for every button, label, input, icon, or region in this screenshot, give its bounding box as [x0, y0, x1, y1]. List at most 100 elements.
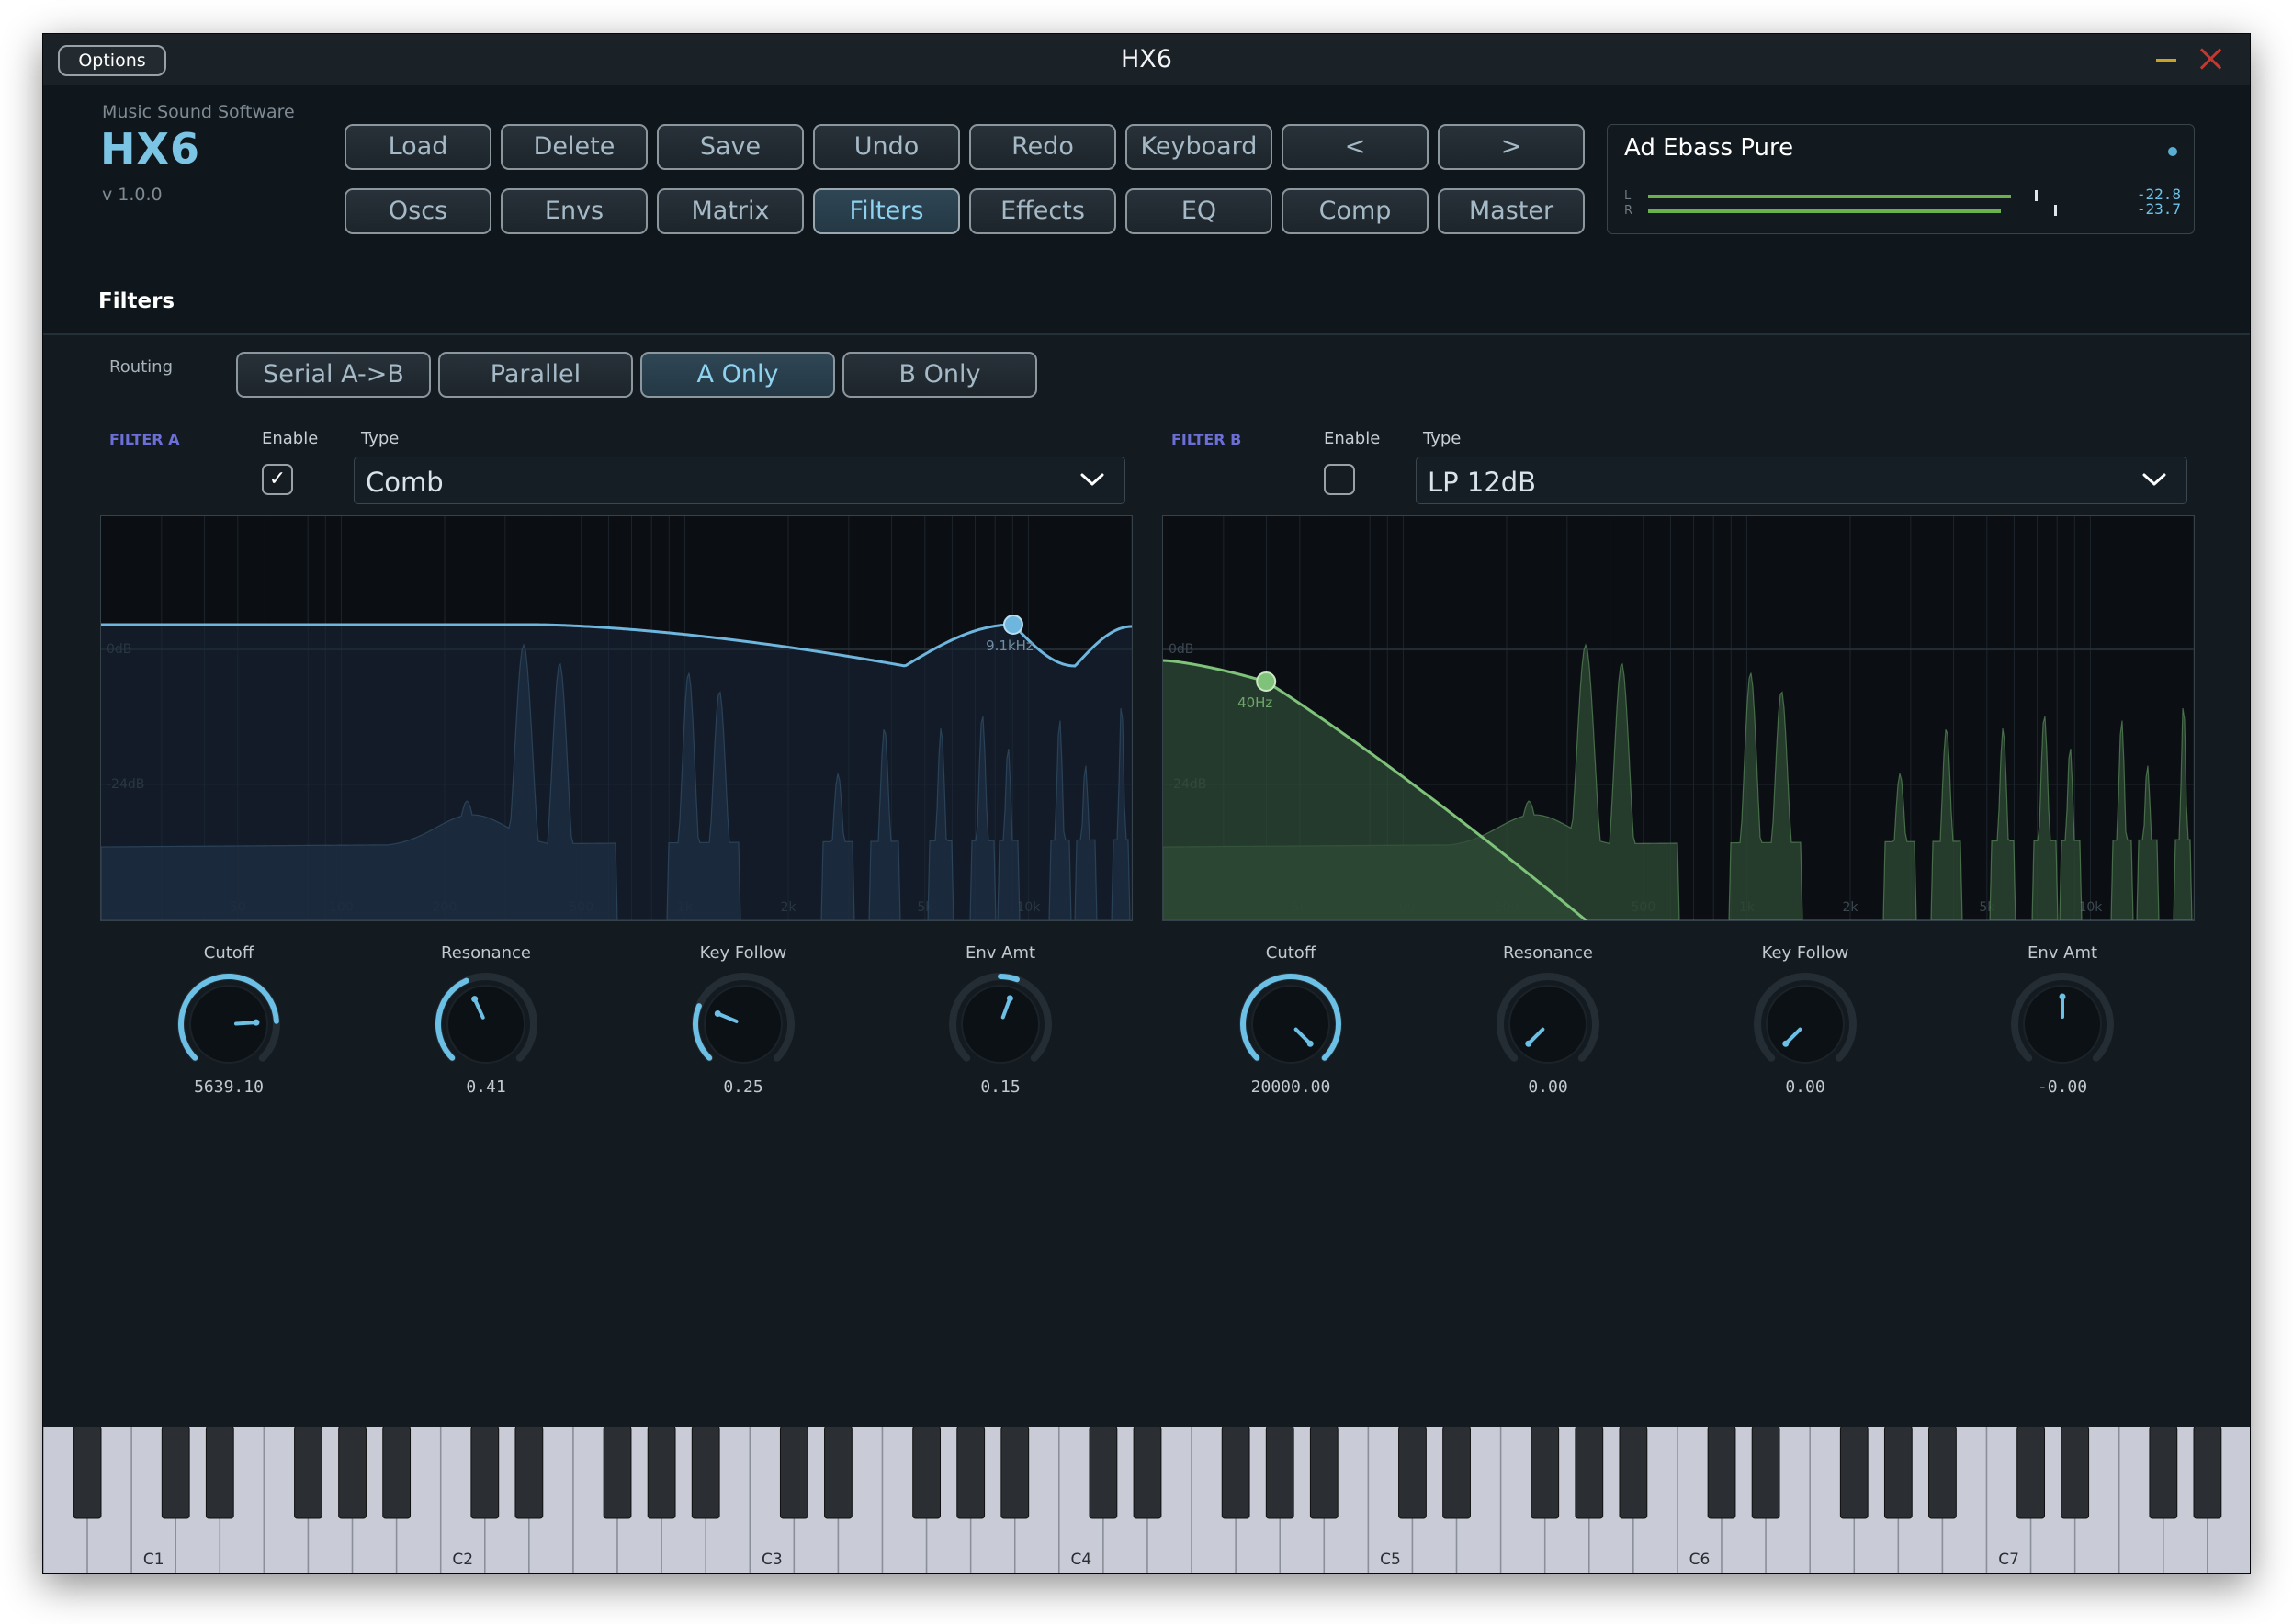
filter-a-env-amt-knob[interactable]: Env Amt 0.15 [909, 943, 1092, 1127]
black-key [1309, 1427, 1339, 1519]
black-key [647, 1427, 676, 1519]
black-key [1442, 1427, 1471, 1519]
routing-parallel-button[interactable]: Parallel [438, 352, 633, 398]
meter-right-label: R [1624, 204, 1633, 218]
delete-button[interactable]: Delete [501, 124, 648, 170]
response-fill [101, 625, 1132, 920]
routing-b-only-button[interactable]: B Only [842, 352, 1037, 398]
tab-effects[interactable]: Effects [969, 188, 1116, 234]
knob-dial[interactable] [945, 969, 1056, 1079]
filter-b-type-label: Type [1423, 429, 1462, 448]
tab-oscs[interactable]: Oscs [345, 188, 491, 234]
load-button[interactable]: Load [345, 124, 491, 170]
black-key [1751, 1427, 1780, 1519]
black-key [1221, 1427, 1250, 1519]
meter-left-peak [2034, 190, 2038, 201]
black-key [912, 1427, 942, 1519]
brand-version: v 1.0.0 [102, 185, 163, 205]
tab-master[interactable]: Master [1438, 188, 1585, 234]
knob-dial[interactable] [1750, 969, 1860, 1079]
filter-a-key-follow-knob[interactable]: Key Follow 0.25 [651, 943, 835, 1127]
black-key [514, 1427, 544, 1519]
black-key [603, 1427, 632, 1519]
piano-keyboard[interactable]: C1 C2 C3 C4 C5 C6 C7 [43, 1427, 2250, 1573]
filter-a-type-label: Type [361, 429, 400, 448]
app-window: HX6 Options Music Sound Software HX6 v 1… [42, 33, 2251, 1574]
knob-dial[interactable] [1236, 969, 1346, 1079]
knob-dial[interactable] [174, 969, 284, 1079]
filter-a-response-graph[interactable]: 0dB-24dB501002005001k2k5k10k9.1kHz [100, 515, 1133, 921]
knob-label: Key Follow [699, 943, 787, 963]
filter-a-type-value: Comb [366, 467, 444, 498]
meter-right-peak [2053, 205, 2057, 216]
black-key [1133, 1427, 1162, 1519]
octave-label: C2 [452, 1551, 473, 1569]
filter-a-enable-checkbox[interactable]: ✓ [262, 464, 293, 495]
options-button[interactable]: Options [58, 45, 166, 76]
filter-b-enable-label: Enable [1324, 429, 1381, 448]
freq-label: 10k [2078, 900, 2103, 915]
filter-b-env-amt-knob[interactable]: Env Amt -0.00 [1971, 943, 2154, 1127]
knob-label: Resonance [441, 943, 531, 963]
title-bar: HX6 Options [43, 34, 2250, 85]
octave-label: C5 [1380, 1551, 1401, 1569]
black-key [1883, 1427, 1913, 1519]
routing-a-only-button[interactable]: A Only [640, 352, 835, 398]
tab-comp[interactable]: Comp [1282, 188, 1429, 234]
filter-a-resonance-knob[interactable]: Resonance 0.41 [394, 943, 578, 1127]
keyboard-button[interactable]: Keyboard [1125, 124, 1272, 170]
knob-body [1251, 985, 1330, 1064]
close-icon[interactable] [2198, 47, 2222, 71]
black-key [338, 1427, 367, 1519]
filter-a-enable-label: Enable [262, 429, 319, 448]
filter-a-type-select[interactable]: Comb [354, 457, 1125, 504]
checkmark-icon: ✓ [268, 468, 287, 491]
redo-button[interactable]: Redo [969, 124, 1116, 170]
knob-dial[interactable] [1493, 969, 1603, 1079]
next-preset-button[interactable]: > [1438, 124, 1585, 170]
black-key [294, 1427, 322, 1519]
previous-preset-button[interactable]: < [1282, 124, 1429, 170]
knob-dial[interactable] [431, 969, 541, 1079]
black-key [2193, 1427, 2222, 1519]
knob-value-arc [998, 974, 1020, 983]
knob-dial[interactable] [2007, 969, 2118, 1079]
black-key [691, 1427, 720, 1519]
preset-display[interactable]: Ad Ebass Pure L -22.8 R -23.7 [1607, 124, 2195, 234]
filter-b-resonance-knob[interactable]: Resonance 0.00 [1456, 943, 1640, 1127]
meter-right [1648, 205, 2131, 216]
knob-pointer-tip [253, 1019, 260, 1026]
save-button[interactable]: Save [657, 124, 804, 170]
octave-label: C4 [1071, 1551, 1092, 1569]
black-key [1839, 1427, 1869, 1519]
filter-b-enable-checkbox[interactable] [1324, 464, 1355, 495]
tab-filters[interactable]: Filters [813, 188, 960, 234]
black-key [1000, 1427, 1030, 1519]
knob-body [1766, 985, 1845, 1064]
tab-envs[interactable]: Envs [501, 188, 648, 234]
meter-left-fill [1648, 195, 2011, 198]
black-key [1265, 1427, 1294, 1519]
black-key [1619, 1427, 1648, 1519]
routing-serial-button[interactable]: Serial A->B [236, 352, 431, 398]
tab-eq[interactable]: EQ [1125, 188, 1272, 234]
knob-dial[interactable] [688, 969, 798, 1079]
filter-b-cutoff-knob[interactable]: Cutoff 20000.00 [1199, 943, 1383, 1127]
cutoff-marker-label: 40Hz [1237, 694, 1272, 711]
undo-button[interactable]: Undo [813, 124, 960, 170]
minimize-icon[interactable] [2156, 59, 2176, 62]
routing-label: Routing [109, 357, 174, 377]
cutoff-handle [1002, 615, 1023, 635]
filter-b-key-follow-knob[interactable]: Key Follow 0.00 [1713, 943, 1897, 1127]
black-key [824, 1427, 853, 1519]
filter-b-type-select[interactable]: LP 12dB [1416, 457, 2187, 504]
filter-a-cutoff-knob[interactable]: Cutoff 5639.10 [137, 943, 321, 1127]
filter-b-response-graph[interactable]: 0dB-24dB501002005001k2k5k10k40Hz [1162, 515, 2195, 921]
black-key [161, 1427, 190, 1519]
knob-pointer-tip [714, 1010, 721, 1018]
meter-left [1648, 190, 2131, 201]
tab-matrix[interactable]: Matrix [657, 188, 804, 234]
knob-value: 0.00 [1528, 1077, 1568, 1097]
filter-b-label: FILTER B [1171, 431, 1242, 448]
meter-left-label: L [1624, 189, 1632, 203]
